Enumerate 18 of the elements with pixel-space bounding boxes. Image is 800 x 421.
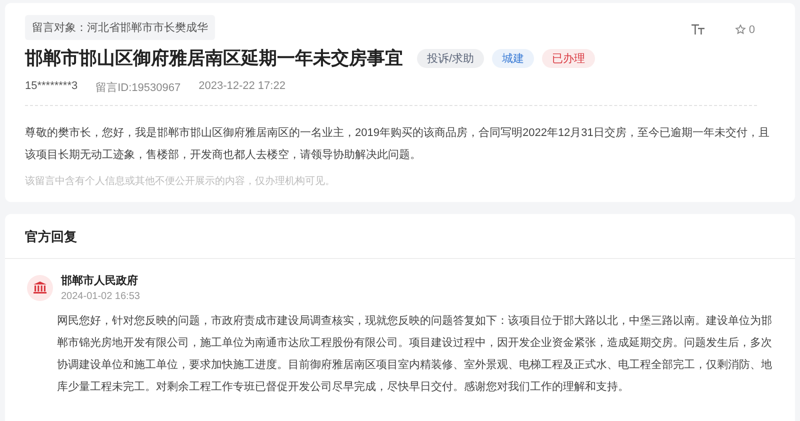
- category-tag: 投诉/求助: [417, 48, 484, 68]
- message-body: 尊敬的樊市长，您好，我是邯郸市邯山区御府雅居南区的一名业主，2019年购买的该商品房，合同写明2022年12月31日交房，至今已逾期一年未交付，且该项目长期无动工迹象，售楼部，开发商也都人去楼空，请领导协助解决此问题。: [25, 126, 770, 163]
- reply-time: 2024-01-02 16:53: [61, 291, 140, 302]
- star-icon[interactable]: [734, 24, 746, 35]
- message-title: 邯郸市邯山区御府雅居南区延期一年未交房事宜: [25, 47, 403, 70]
- font-size-icon[interactable]: [690, 24, 705, 35]
- post-time: 2023-12-22 17:22: [198, 80, 286, 94]
- privacy-notice: 该留言中含有个人信息或其他不便公开展示的内容，仅办理机构可见。: [25, 174, 336, 188]
- category-tag: 已办理: [542, 48, 596, 68]
- author-id: 15********3: [25, 80, 78, 94]
- like-count: 0: [748, 24, 755, 36]
- agency-name: 邯郸市人民政府: [61, 274, 139, 288]
- category-tag: 城建: [492, 48, 534, 68]
- recipient-label: 留言对象：河北省邯郸市市长樊成华: [25, 15, 215, 40]
- section-heading: 官方回复: [5, 228, 795, 259]
- message-id: 留言ID:19530967: [96, 80, 181, 95]
- reply-body: 网民您好，针对您反映的问题，市政府责成市建设局调查核实，现就您反映的问题答复如下：该项目位于邯大路以北，中堡三路以南。建设单位为邯郸市锦光房地开发有限公司，施工单位为南通市达欣工程股份有限公司。项目建设过程中，因开发企业资金紧张，造成延期交房。问题发生后，多次协调建设单位和施工单位，要求加快施工进度。目前御府雅居南区项目室内精装修、室外景观、电梯工程及正式水、电工程全部完工，仅剩消防、地库少量工程未完工。对剩余工程工作专班已督促开发公司尽早完成，尽快早日交付。感谢您对我们工作的理解和支持。: [57, 314, 773, 395]
- building-icon: [27, 274, 53, 300]
